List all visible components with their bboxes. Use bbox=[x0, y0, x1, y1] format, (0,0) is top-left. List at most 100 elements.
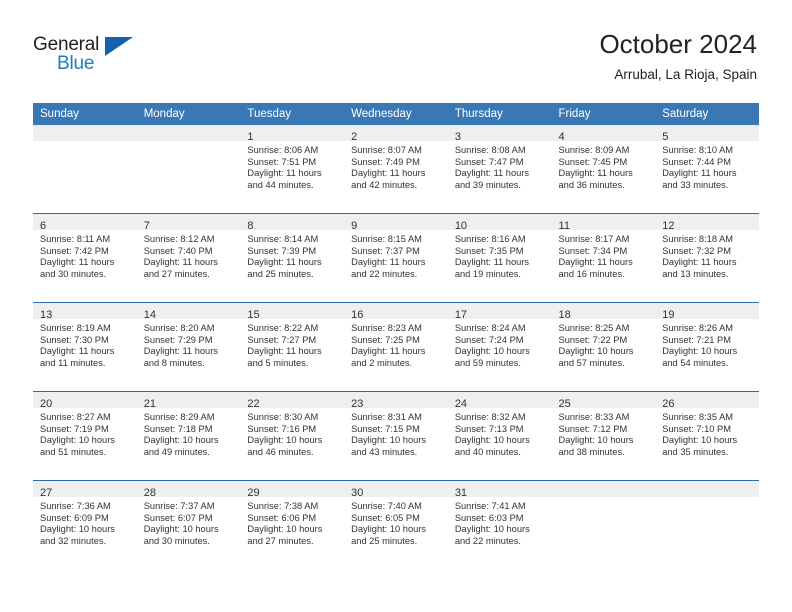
sunset-time: Sunset: 7:37 PM bbox=[351, 245, 420, 256]
day-cell[interactable]: 22 Sunrise: 8:30 AM Sunset: 7:16 PM Dayligh… bbox=[240, 391, 345, 481]
day-cell[interactable]: 20 Sunrise: 8:27 AM Sunset: 7:19 PM Dayligh… bbox=[33, 391, 137, 481]
day-cell[interactable]: 10 Sunrise: 8:16 AM Sunset: 7:35 PM Dayligh… bbox=[447, 213, 552, 303]
day-cell[interactable]: 1 Sunrise: 8:06 AM Sunset: 7:51 PM Daylight… bbox=[240, 125, 345, 214]
day-cell[interactable]: 8 Sunrise: 8:14 AM Sunset: 7:39 PM Daylight… bbox=[240, 213, 345, 303]
daylight-duration-line2: and 25 minutes. bbox=[351, 535, 418, 546]
day-cell[interactable]: 16 Sunrise: 8:23 AM Sunset: 7:25 PM Dayligh… bbox=[344, 302, 448, 392]
day-number-band: 20 bbox=[33, 392, 137, 410]
sunset-time: Sunset: 7:22 PM bbox=[558, 334, 628, 345]
day-number: 24 bbox=[454, 398, 468, 410]
daylight-duration-line2: and 2 minutes. bbox=[351, 357, 413, 368]
day-number-band: 15 bbox=[240, 303, 345, 321]
sunset-time: Sunset: 7:32 PM bbox=[662, 245, 731, 256]
day-cell[interactable]: 6 Sunrise: 8:11 AM Sunset: 7:42 PM Daylight… bbox=[33, 213, 137, 303]
day-cell[interactable]: 27 Sunrise: 7:36 AM Sunset: 6:09 PM Dayligh… bbox=[33, 480, 137, 569]
general-blue-logo[interactable]: General Blue bbox=[33, 34, 153, 86]
daylight-duration-line2: and 59 minutes. bbox=[454, 357, 521, 368]
day-cell[interactable]: 9 Sunrise: 8:15 AM Sunset: 7:37 PM Daylight… bbox=[344, 213, 448, 303]
day-number-band: 6 bbox=[33, 214, 137, 232]
day-number-band: 4 bbox=[551, 125, 656, 143]
day-cell[interactable]: 13 Sunrise: 8:19 AM Sunset: 7:30 PM Dayligh… bbox=[33, 302, 137, 392]
calendar-week-row: 6 Sunrise: 8:11 AM Sunset: 7:42 PM Daylight… bbox=[33, 213, 759, 303]
sunrise-time: Sunrise: 8:14 AM bbox=[247, 234, 319, 244]
day-number: 18 bbox=[558, 309, 571, 321]
sunset-time: Sunset: 7:44 PM bbox=[662, 156, 731, 167]
daylight-duration-line1: Daylight: 10 hours bbox=[351, 435, 427, 446]
daylight-duration-line2: and 42 minutes. bbox=[351, 179, 418, 190]
day-cell[interactable]: 12 Sunrise: 8:18 AM Sunset: 7:32 PM Dayligh… bbox=[655, 213, 759, 303]
day-details: Sunrise: 8:22 AM Sunset: 7:27 PM Daylight:… bbox=[240, 319, 344, 369]
sunset-time: Sunset: 7:29 PM bbox=[143, 334, 213, 345]
daylight-duration-line1: Daylight: 10 hours bbox=[558, 435, 634, 446]
title-block: October 2024 Arrubal, La Rioja, Spain bbox=[599, 28, 757, 85]
weekday-header-sunday: Sunday bbox=[33, 103, 137, 125]
daylight-duration-line2: and 8 minutes. bbox=[143, 357, 205, 368]
day-cell[interactable]: 21 Sunrise: 8:29 AM Sunset: 7:18 PM Dayligh… bbox=[136, 391, 241, 481]
day-number: 14 bbox=[143, 309, 156, 321]
daylight-duration-line2: and 5 minutes. bbox=[247, 357, 309, 368]
day-details: Sunrise: 8:27 AM Sunset: 7:19 PM Daylight:… bbox=[33, 408, 137, 458]
day-cell[interactable]: 25 Sunrise: 8:33 AM Sunset: 7:12 PM Dayligh… bbox=[551, 391, 656, 481]
day-cell[interactable]: 23 Sunrise: 8:31 AM Sunset: 7:15 PM Dayligh… bbox=[344, 391, 448, 481]
day-cell[interactable]: 19 Sunrise: 8:26 AM Sunset: 7:21 PM Dayligh… bbox=[655, 302, 759, 392]
day-number-band: 28 bbox=[136, 481, 241, 499]
day-cell[interactable]: 3 Sunrise: 8:08 AM Sunset: 7:47 PM Daylight… bbox=[447, 125, 552, 214]
day-cell[interactable]: 31 Sunrise: 7:41 AM Sunset: 6:03 PM Dayligh… bbox=[447, 480, 552, 569]
sunset-time: Sunset: 7:39 PM bbox=[247, 245, 317, 256]
day-number-band: 11 bbox=[551, 214, 656, 232]
day-number: 3 bbox=[454, 131, 461, 143]
day-details: Sunrise: 8:19 AM Sunset: 7:30 PM Daylight:… bbox=[33, 319, 137, 369]
sunrise-time: Sunrise: 8:15 AM bbox=[351, 234, 422, 244]
day-details: Sunrise: 8:33 AM Sunset: 7:12 PM Daylight:… bbox=[552, 408, 656, 458]
day-number-band: 23 bbox=[344, 392, 448, 410]
day-cell[interactable]: 28 Sunrise: 7:37 AM Sunset: 6:07 PM Dayligh… bbox=[136, 480, 241, 569]
day-number: 26 bbox=[662, 398, 675, 410]
day-number: 27 bbox=[40, 487, 53, 499]
day-details: Sunrise: 8:20 AM Sunset: 7:29 PM Daylight:… bbox=[137, 319, 241, 369]
day-details: Sunrise: 8:16 AM Sunset: 7:35 PM Daylight:… bbox=[448, 230, 552, 280]
sunrise-time: Sunrise: 8:17 AM bbox=[558, 234, 630, 244]
sunrise-time: Sunrise: 8:33 AM bbox=[558, 412, 630, 422]
sunset-time: Sunset: 7:49 PM bbox=[351, 156, 420, 167]
daylight-duration-line1: Daylight: 10 hours bbox=[454, 346, 530, 357]
sunset-time: Sunset: 7:45 PM bbox=[558, 156, 628, 167]
day-number: 23 bbox=[351, 398, 364, 410]
day-cell[interactable]: 11 Sunrise: 8:17 AM Sunset: 7:34 PM Dayligh… bbox=[551, 213, 656, 303]
day-cell[interactable]: 14 Sunrise: 8:20 AM Sunset: 7:29 PM Dayligh… bbox=[136, 302, 241, 392]
daylight-duration-line1: Daylight: 11 hours bbox=[454, 168, 530, 179]
sunrise-time: Sunrise: 8:16 AM bbox=[454, 234, 526, 244]
day-cell[interactable]: 2 Sunrise: 8:07 AM Sunset: 7:49 PM Daylight… bbox=[344, 125, 448, 214]
day-number: 10 bbox=[454, 220, 468, 232]
day-details: Sunrise: 8:29 AM Sunset: 7:18 PM Daylight:… bbox=[137, 408, 241, 458]
day-details: Sunrise: 7:36 AM Sunset: 6:09 PM Daylight:… bbox=[33, 497, 137, 547]
sunset-time: Sunset: 7:10 PM bbox=[662, 423, 731, 434]
sunset-time: Sunset: 7:12 PM bbox=[558, 423, 628, 434]
day-cell[interactable]: 7 Sunrise: 8:12 AM Sunset: 7:40 PM Daylight… bbox=[136, 213, 241, 303]
day-cell[interactable]: 29 Sunrise: 7:38 AM Sunset: 6:06 PM Dayligh… bbox=[240, 480, 345, 569]
daylight-duration-line2: and 36 minutes. bbox=[558, 179, 625, 190]
daylight-duration-line1: Daylight: 10 hours bbox=[662, 346, 738, 357]
day-cell[interactable]: 18 Sunrise: 8:25 AM Sunset: 7:22 PM Dayligh… bbox=[551, 302, 656, 392]
day-cell[interactable]: 5 Sunrise: 8:10 AM Sunset: 7:44 PM Daylight… bbox=[655, 125, 759, 214]
day-cell[interactable]: 30 Sunrise: 7:40 AM Sunset: 6:05 PM Dayligh… bbox=[344, 480, 448, 569]
day-cell[interactable]: 4 Sunrise: 8:09 AM Sunset: 7:45 PM Daylight… bbox=[551, 125, 656, 214]
day-number: 11 bbox=[558, 220, 570, 232]
daylight-duration-line2: and 30 minutes. bbox=[143, 535, 210, 546]
daylight-duration-line2: and 22 minutes. bbox=[454, 535, 521, 546]
day-details: Sunrise: 8:12 AM Sunset: 7:40 PM Daylight:… bbox=[137, 230, 241, 280]
daylight-duration-line1: Daylight: 11 hours bbox=[558, 168, 633, 179]
daylight-duration-line2: and 40 minutes. bbox=[454, 446, 521, 457]
day-number: 4 bbox=[558, 131, 565, 143]
day-cell[interactable]: 15 Sunrise: 8:22 AM Sunset: 7:27 PM Dayligh… bbox=[240, 302, 345, 392]
day-cell[interactable]: 24 Sunrise: 8:32 AM Sunset: 7:13 PM Dayligh… bbox=[447, 391, 552, 481]
calendar-week-row: 27 Sunrise: 7:36 AM Sunset: 6:09 PM Dayligh… bbox=[33, 480, 759, 569]
day-details: Sunrise: 7:40 AM Sunset: 6:05 PM Daylight:… bbox=[344, 497, 448, 547]
day-cell[interactable]: 17 Sunrise: 8:24 AM Sunset: 7:24 PM Dayligh… bbox=[447, 302, 552, 392]
daylight-duration-line1: Daylight: 11 hours bbox=[247, 346, 322, 357]
calendar-week-row: 13 Sunrise: 8:19 AM Sunset: 7:30 PM Dayligh… bbox=[33, 302, 759, 392]
day-cell[interactable]: 26 Sunrise: 8:35 AM Sunset: 7:10 PM Dayligh… bbox=[655, 391, 759, 481]
day-details: Sunrise: 8:31 AM Sunset: 7:15 PM Daylight:… bbox=[344, 408, 448, 458]
day-number-band bbox=[33, 125, 137, 141]
sunset-time: Sunset: 7:27 PM bbox=[247, 334, 317, 345]
calendar-body: 1 Sunrise: 8:06 AM Sunset: 7:51 PM Daylight… bbox=[33, 125, 759, 569]
